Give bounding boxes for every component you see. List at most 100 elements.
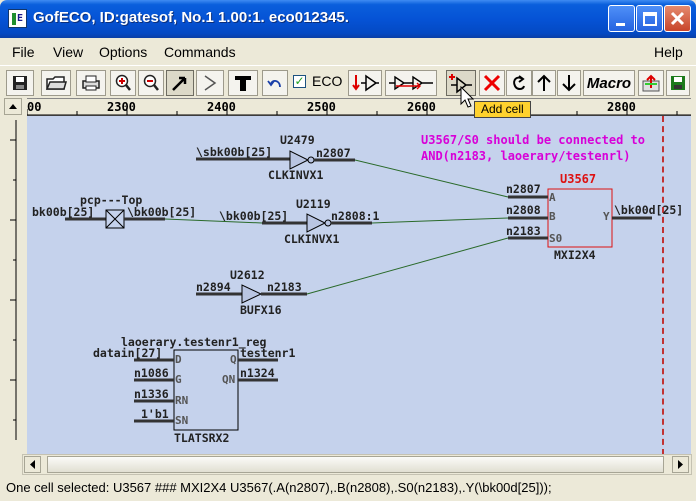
upload-icon: [642, 74, 660, 92]
net-n2183-wire[interactable]: [306, 237, 509, 295]
menu-commands[interactable]: Commands: [164, 44, 236, 60]
text-tool-button[interactable]: [228, 70, 258, 96]
zoom-out-button[interactable]: [138, 70, 164, 96]
net-n2807-wire[interactable]: [354, 159, 509, 198]
eco-label: ECO: [312, 73, 343, 89]
horizontal-scroll-thumb[interactable]: [47, 456, 664, 473]
print-button[interactable]: [76, 70, 106, 96]
scroll-up-button[interactable]: [4, 98, 22, 115]
reg-q-net: testenr1: [240, 346, 295, 360]
u3567-pin-y: Y: [603, 210, 610, 223]
green-disk-icon: [671, 76, 685, 90]
menu-view[interactable]: View: [53, 44, 83, 60]
u3567-pin-s0: S0: [549, 232, 562, 245]
macro-label: Macro: [586, 74, 632, 92]
zoom-in-icon: [115, 74, 131, 91]
u2612-output-net: n2183: [267, 280, 302, 294]
printer-icon: [82, 75, 100, 91]
reg-rn-net: n1336: [134, 387, 169, 401]
u3567-name: U3567: [560, 172, 596, 186]
u2119-output-net: n2808:1: [331, 209, 380, 223]
u2479-type: CLKINVX1: [268, 168, 323, 182]
u2612-input-net: n2894: [196, 280, 231, 294]
arrow-pointer-icon: [172, 76, 187, 91]
u3567-y-net: \bk00d[25]: [614, 203, 683, 217]
u2479-output-net: n2807: [316, 146, 351, 160]
move-up-button[interactable]: [532, 70, 556, 96]
u2612-buffer-symbol[interactable]: [241, 284, 263, 304]
gofeco-app-icon[interactable]: E: [8, 9, 27, 28]
arrow-up-icon: [537, 74, 551, 91]
redo-button[interactable]: [506, 70, 532, 96]
eco-note-line1: U3567/S0 should be connected to: [421, 133, 645, 147]
insert-buffer-chain-button[interactable]: [385, 70, 437, 96]
close-icon: [670, 11, 685, 26]
toolbar: Macro: [0, 65, 696, 98]
zoom-in-button[interactable]: [110, 70, 136, 96]
status-bar: One cell selected: U3567 ### MXI2X4 U356…: [0, 476, 696, 501]
u3567-b-net: n2808: [506, 203, 541, 217]
disk-icon: [13, 76, 27, 90]
u3567-pin-a: A: [549, 191, 556, 204]
chevron-up-icon: [9, 104, 17, 109]
maximize-button[interactable]: [636, 5, 663, 32]
u3567-type: MXI2X4: [554, 248, 596, 262]
red-down-gate-icon: [352, 74, 379, 92]
schematic-drawing[interactable]: U3567/S0 should be connected to AND(n218…: [27, 99, 691, 454]
eco-note-line2: AND(n2183, laoerary/testenrl): [421, 149, 631, 163]
menu-bar: File View Options Commands Help: [0, 38, 696, 65]
u3567-s0-net: n2183: [506, 224, 541, 238]
u2612-type: BUFX16: [240, 303, 282, 317]
buffer-chain-icon: [389, 75, 433, 91]
insert-gate-button[interactable]: [348, 70, 382, 96]
open-button[interactable]: [41, 70, 71, 96]
reg-pin-d: D: [175, 353, 182, 366]
scroll-left-button[interactable]: [24, 456, 41, 473]
reg-type: TLATSRX2: [174, 431, 229, 445]
delete-button[interactable]: [479, 70, 505, 96]
macro-button[interactable]: Macro: [583, 70, 635, 96]
schematic-canvas[interactable]: 00 2300 2400 2500 2600 2800 U3567/S0 sho…: [27, 98, 691, 454]
reg-pin-q: Q: [230, 353, 237, 366]
menu-file[interactable]: File: [12, 44, 35, 60]
move-down-button[interactable]: [557, 70, 581, 96]
u2479-inverter-symbol[interactable]: [289, 150, 310, 170]
text-t-icon: [235, 76, 251, 91]
status-text: One cell selected: U3567 ### MXI2X4 U356…: [6, 480, 552, 495]
delete-x-icon: [483, 74, 501, 92]
u2479-bubble: [307, 156, 315, 164]
minimize-button[interactable]: [608, 5, 635, 32]
u3567-pin-b: B: [549, 210, 556, 223]
reg-sn-net: 1'b1: [141, 407, 169, 421]
save-eco-button[interactable]: [666, 70, 690, 96]
menu-options[interactable]: Options: [99, 44, 147, 60]
u2479-input-net: \sbk00b[25]: [196, 145, 272, 159]
export-button[interactable]: [638, 70, 664, 96]
menu-help[interactable]: Help: [654, 44, 683, 60]
reg-pin-g: G: [175, 373, 182, 386]
u2119-inverter-symbol[interactable]: [306, 213, 327, 233]
port-right-net: \bk00b[25]: [127, 205, 196, 219]
reg-pin-sn: SN: [175, 414, 188, 427]
port-left-net: bk00b[25]: [32, 205, 94, 219]
folder-icon: [45, 76, 67, 90]
reg-qn-net: n1324: [240, 366, 275, 380]
maximize-icon: [643, 12, 657, 26]
gt-arrow-icon: [204, 75, 217, 91]
select-tool-button[interactable]: [166, 70, 194, 96]
wire-tool-button[interactable]: [196, 70, 224, 96]
close-button[interactable]: [664, 5, 691, 32]
zoom-out-icon: [143, 74, 159, 91]
mouse-cursor-icon: [460, 86, 475, 108]
undo-button[interactable]: [262, 70, 288, 96]
net-n2808-wire[interactable]: [371, 217, 509, 224]
arrow-down-icon: [562, 75, 576, 92]
scroll-right-button[interactable]: [672, 456, 689, 473]
reg-d-net: datain[27]: [93, 346, 162, 360]
eco-checkbox[interactable]: ✓: [293, 75, 306, 88]
u2612-name: U2612: [230, 268, 265, 282]
u2119-input-net: \bk00b[25]: [219, 209, 288, 223]
vertical-ruler-ticks: [6, 120, 21, 440]
save-button[interactable]: [6, 70, 34, 96]
minimize-icon: [616, 23, 625, 26]
